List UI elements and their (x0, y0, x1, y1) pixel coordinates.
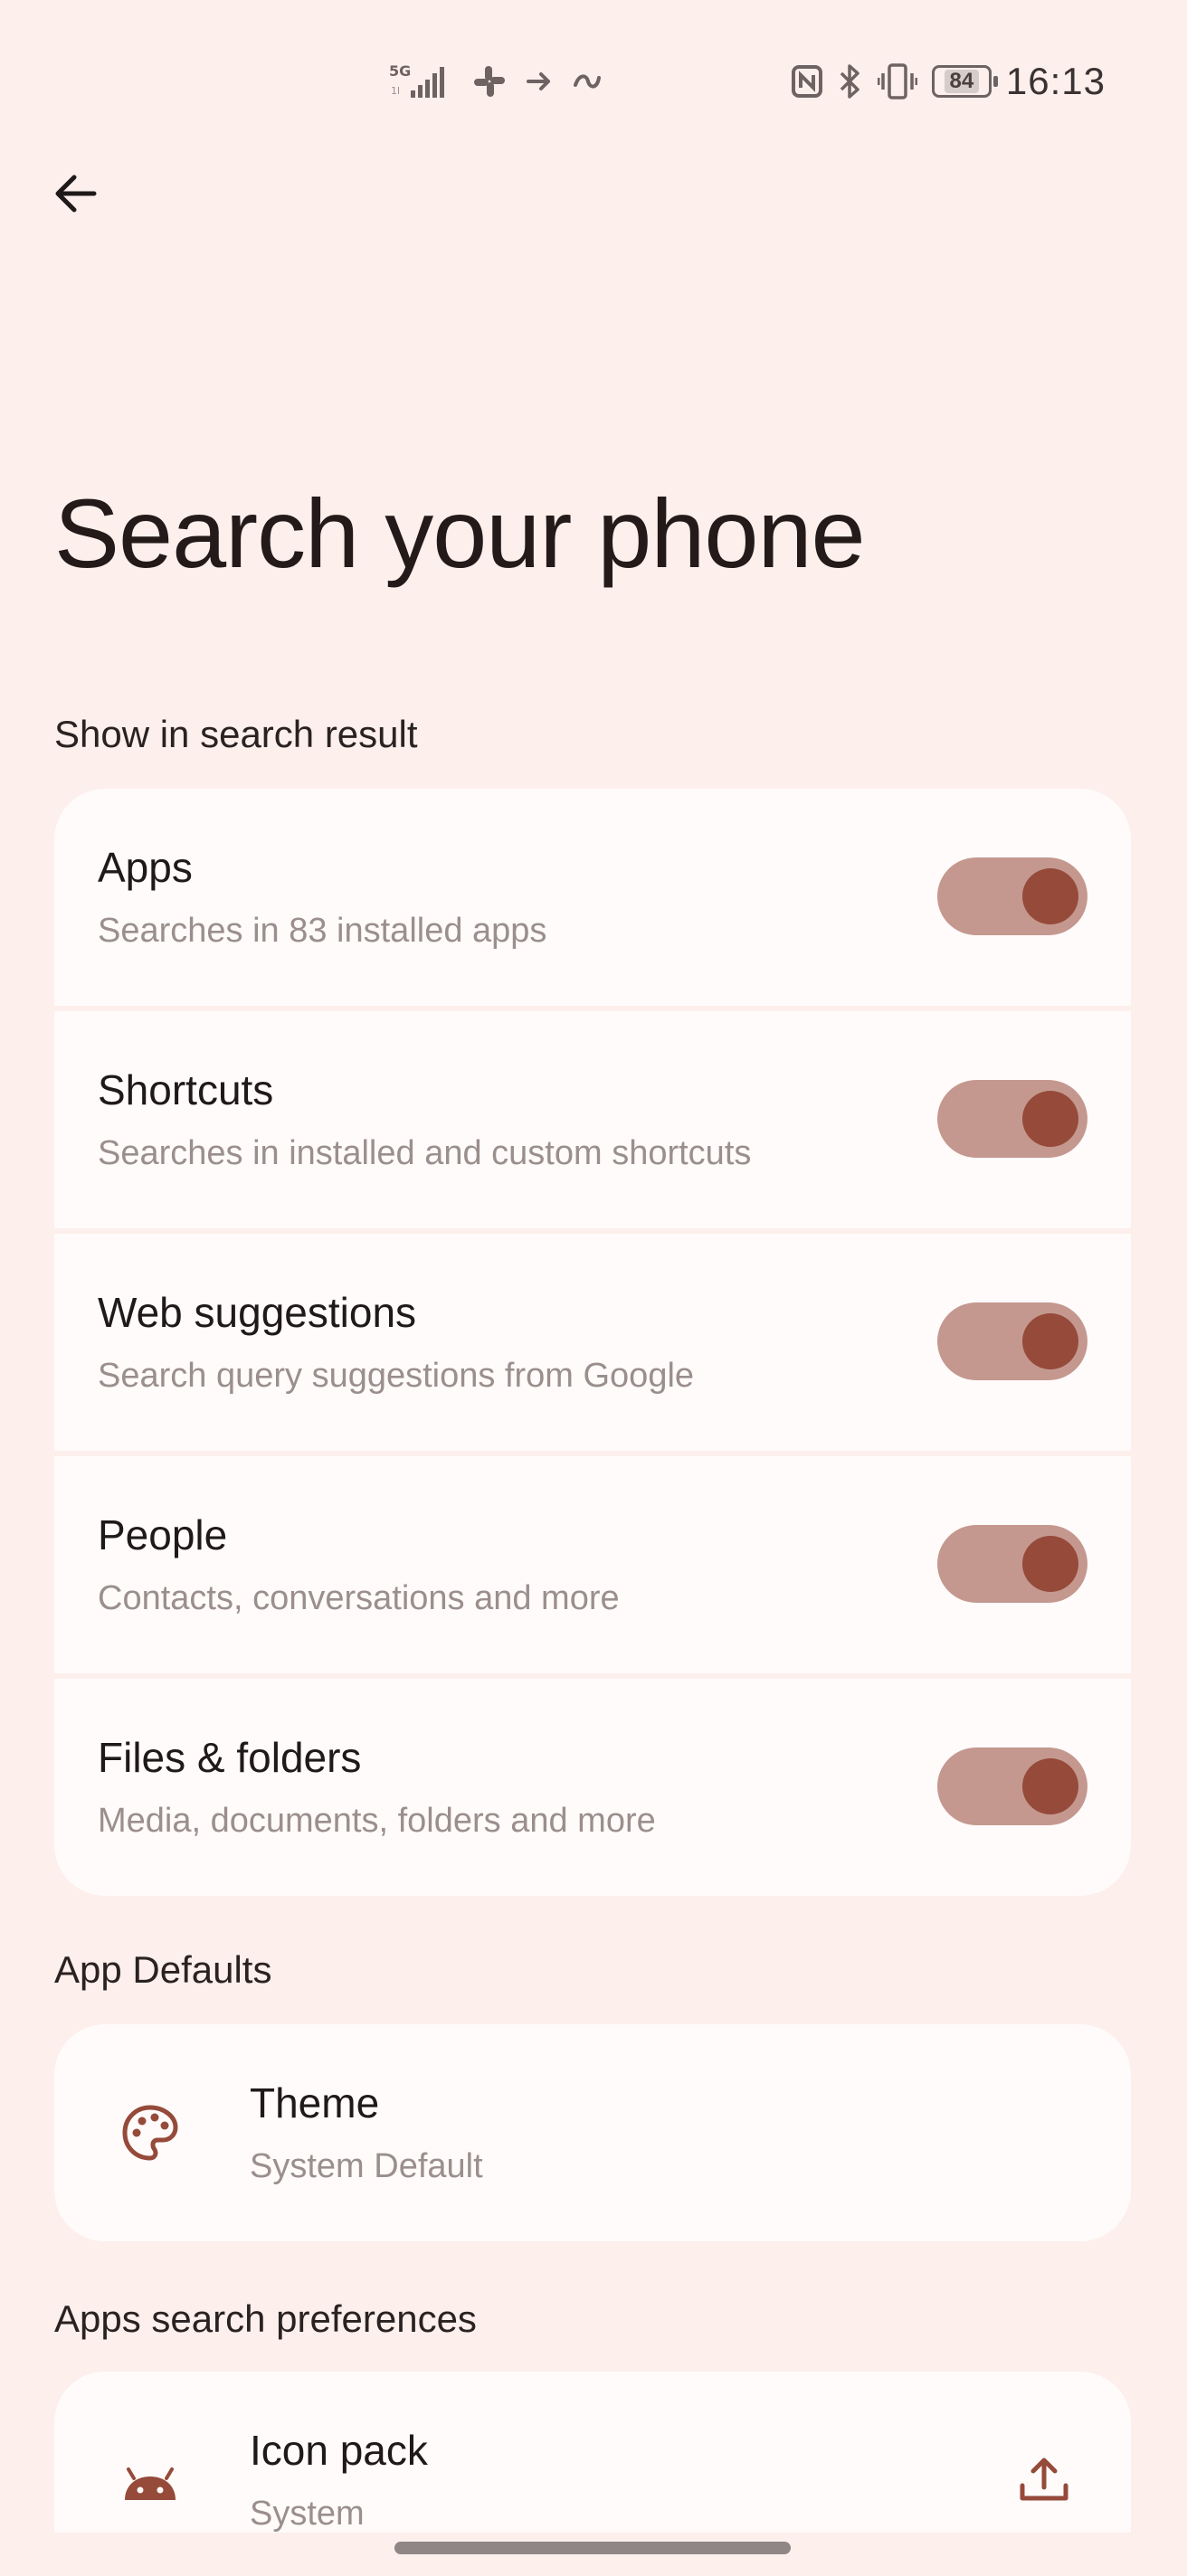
setting-title: Shortcuts (98, 1066, 274, 1113)
shortcuts-toggle[interactable] (937, 1080, 1087, 1158)
setting-title: Icon pack (250, 2427, 428, 2474)
toggle-knob (1022, 868, 1078, 924)
vibrate-icon (877, 62, 917, 100)
files-folders-toggle[interactable] (937, 1747, 1087, 1825)
setting-title: Files & folders (98, 1734, 362, 1781)
setting-subtitle: Contacts, conversations and more (98, 1579, 620, 1617)
data-saver-icon (572, 67, 603, 96)
setting-title: Web suggestions (98, 1289, 417, 1336)
svg-text:1l: 1l (391, 85, 400, 97)
back-button[interactable] (36, 154, 116, 233)
screen: 5G 1l 84 16:13 Search your phone Show in… (0, 0, 1187, 2576)
slack-icon (472, 64, 507, 99)
android-icon (125, 2467, 176, 2500)
setting-row-shortcuts[interactable]: Shortcuts Searches in installed and cust… (54, 1011, 1131, 1228)
bluetooth-icon (838, 62, 863, 100)
people-toggle[interactable] (937, 1525, 1087, 1603)
section-header-app-defaults: App Defaults (54, 1948, 272, 1991)
section-header-search-result: Show in search result (54, 713, 418, 755)
toggle-knob (1022, 1313, 1078, 1369)
setting-row-apps[interactable]: Apps Searches in 83 installed apps (54, 789, 1131, 1006)
section-header-apps-search-preferences: Apps search preferences (54, 2297, 477, 2340)
back-arrow-icon (55, 175, 97, 213)
app-defaults-group: Theme System Default (54, 2024, 1131, 2247)
status-right-icons: 84 16:13 (791, 54, 1106, 109)
setting-subtitle: System (250, 2495, 365, 2533)
setting-row-files-folders[interactable]: Files & folders Media, documents, folder… (54, 1679, 1131, 1896)
forward-arrow-icon (525, 67, 554, 96)
status-left-icons: 5G 1l (389, 60, 603, 103)
setting-subtitle: Search query suggestions from Google (98, 1357, 695, 1395)
bottom-fade (0, 2533, 1187, 2576)
battery-level: 84 (944, 70, 980, 93)
palette-icon (122, 2105, 178, 2161)
setting-title: People (98, 1511, 228, 1558)
setting-title: Apps (98, 844, 193, 891)
nfc-icon (791, 64, 823, 99)
setting-subtitle: Searches in 83 installed apps (98, 912, 547, 950)
setting-row-web-suggestions[interactable]: Web suggestions Search query suggestions… (54, 1234, 1131, 1451)
toggle-knob (1022, 1536, 1078, 1592)
battery-icon: 84 (931, 65, 998, 98)
toggle-knob (1022, 1091, 1078, 1147)
page-title: Search your phone (54, 478, 866, 588)
setting-title: Theme (250, 2079, 380, 2126)
setting-row-theme[interactable]: Theme System Default (54, 2024, 1131, 2241)
setting-subtitle: Searches in installed and custom shortcu… (98, 1134, 752, 1172)
upload-icon[interactable] (1011, 2448, 1077, 2513)
svg-text:5G: 5G (389, 62, 411, 80)
toggle-knob (1022, 1758, 1078, 1814)
setting-row-people[interactable]: People Contacts, conversations and more (54, 1456, 1131, 1673)
status-time: 16:13 (1005, 60, 1106, 102)
gesture-navigation-bar[interactable] (394, 2542, 791, 2554)
setting-subtitle: Media, documents, folders and more (98, 1802, 656, 1840)
apps-toggle[interactable] (937, 857, 1087, 935)
search-result-settings-group: Apps Searches in 83 installed apps Short… (54, 789, 1131, 1896)
web-suggestions-toggle[interactable] (937, 1302, 1087, 1380)
status-bar: 5G 1l 84 16:13 (0, 54, 1187, 109)
setting-subtitle: System Default (250, 2147, 483, 2185)
5g-signal-icon: 5G 1l (389, 62, 454, 101)
